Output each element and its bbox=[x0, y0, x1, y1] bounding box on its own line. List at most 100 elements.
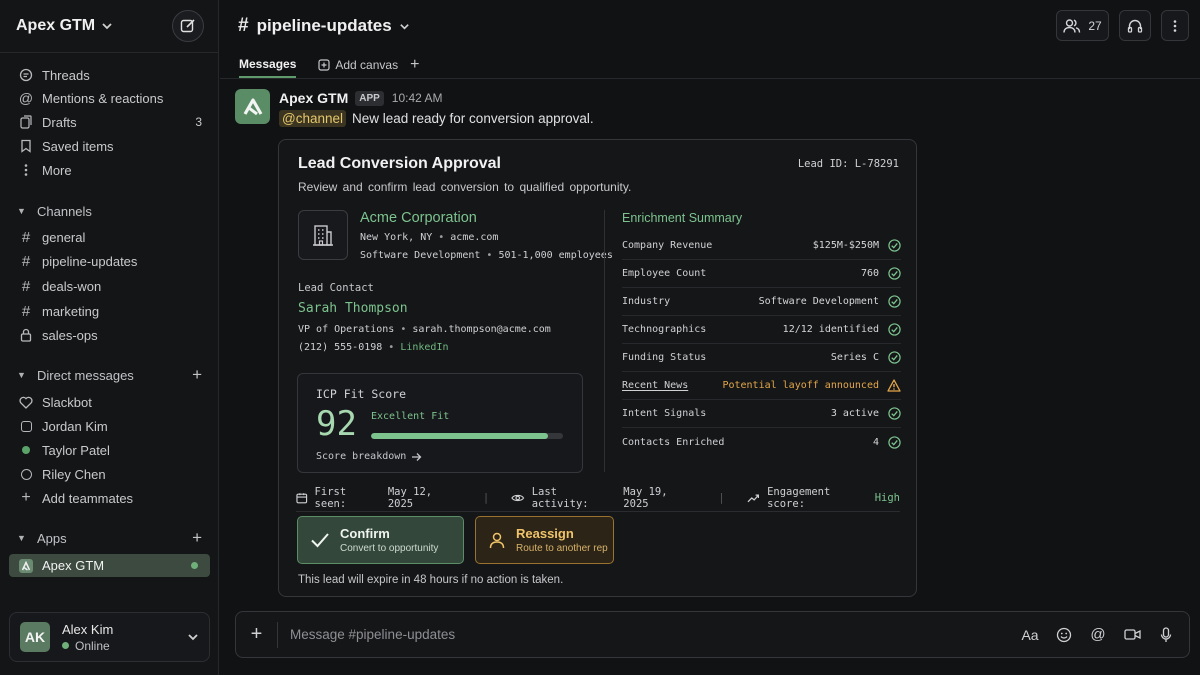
first-seen: First seen: May 12, 2025 bbox=[296, 486, 461, 510]
chevron-down-icon[interactable] bbox=[187, 631, 199, 643]
channel-label: sales-ops bbox=[42, 327, 98, 343]
enrichment-row: Intent Signals 3 active bbox=[622, 400, 901, 428]
emoji-icon[interactable] bbox=[1055, 626, 1073, 644]
enrichment-value: Series C bbox=[830, 352, 879, 363]
caret-down-icon[interactable]: ▼ bbox=[17, 206, 27, 216]
enrichment-label: Technographics bbox=[622, 324, 707, 335]
lead-approval-card: Lead Conversion Approval Review and conf… bbox=[278, 139, 917, 597]
lead-contact-label: Lead Contact bbox=[298, 282, 374, 294]
channel-mention[interactable]: @channel bbox=[279, 110, 346, 127]
message-input[interactable] bbox=[290, 627, 990, 642]
sidebar-item-label: Drafts bbox=[42, 114, 77, 130]
chevron-down-icon[interactable] bbox=[101, 20, 113, 32]
at-icon: @ bbox=[18, 90, 34, 106]
apps-section-header[interactable]: ▼ Apps + bbox=[9, 527, 210, 549]
enrichment-value: 3 active bbox=[830, 408, 879, 419]
contact-phone[interactable]: (212) 555-0198 bbox=[298, 342, 382, 353]
confirm-button[interactable]: Confirm Convert to opportunity bbox=[297, 516, 464, 564]
format-text-button[interactable]: Aa bbox=[1021, 626, 1039, 644]
members-button[interactable]: 27 bbox=[1056, 10, 1109, 41]
sidebar-item-label: Mentions & reactions bbox=[42, 90, 164, 106]
check-icon bbox=[311, 533, 329, 548]
user-profile-card[interactable]: AK Alex Kim Online bbox=[9, 612, 210, 662]
hash-icon: # bbox=[21, 302, 31, 320]
enrichment-label: Employee Count bbox=[622, 268, 707, 279]
compose-button[interactable] bbox=[172, 10, 204, 42]
hash-icon: # bbox=[238, 15, 249, 36]
enrichment-value: 4 bbox=[872, 436, 879, 448]
presence-away-icon bbox=[18, 466, 34, 482]
video-icon[interactable] bbox=[1123, 626, 1141, 644]
score-breakdown-link[interactable]: Score breakdown bbox=[316, 451, 422, 462]
add-dm-icon[interactable]: + bbox=[192, 365, 202, 385]
sidebar-dm-taylor-patel[interactable]: Taylor Patel bbox=[9, 439, 210, 461]
tab-messages[interactable]: Messages bbox=[239, 52, 297, 78]
sidebar-item-saved[interactable]: Saved items bbox=[9, 135, 210, 157]
heart-icon bbox=[18, 394, 34, 410]
app-avatar[interactable] bbox=[235, 89, 270, 124]
enrichment-value: $125M-$250M bbox=[812, 240, 879, 251]
check-circle-icon bbox=[887, 295, 901, 309]
channel-title[interactable]: pipeline-updates bbox=[257, 16, 392, 36]
microphone-icon[interactable] bbox=[1157, 626, 1175, 644]
message-header: Apex GTM APP 10:42 AM bbox=[279, 89, 443, 107]
contact-name-link[interactable]: Sarah Thompson bbox=[298, 301, 408, 316]
channels-section-header[interactable]: ▼ Channels bbox=[9, 200, 210, 222]
company-size: 501-1,000 employees bbox=[498, 250, 613, 261]
enrichment-label: Funding Status bbox=[622, 352, 707, 363]
reassign-button-title: Reassign bbox=[516, 526, 574, 541]
mention-icon[interactable]: @ bbox=[1089, 626, 1107, 644]
sidebar-channel-general[interactable]: # general bbox=[9, 226, 210, 248]
enrichment-row: Recent News Potential layoff announced bbox=[622, 372, 901, 400]
message-timestamp[interactable]: 10:42 AM bbox=[392, 91, 443, 105]
add-app-icon[interactable]: + bbox=[192, 528, 202, 548]
sidebar-channel-deals-won[interactable]: # deals-won bbox=[9, 275, 210, 297]
sidebar-channel-sales-ops[interactable]: sales-ops bbox=[9, 324, 210, 346]
sidebar-item-mentions[interactable]: @ Mentions & reactions bbox=[9, 87, 210, 109]
sidebar-item-more[interactable]: More bbox=[9, 159, 210, 181]
bookmark-icon bbox=[18, 138, 34, 154]
channel-header[interactable]: # pipeline-updates bbox=[238, 12, 410, 40]
channel-tabs: Messages Add canvas + bbox=[239, 52, 419, 78]
sidebar-channel-pipeline-updates[interactable]: # pipeline-updates bbox=[9, 250, 210, 272]
sidebar-item-label: More bbox=[42, 162, 72, 178]
enrichment-label: Contacts Enriched bbox=[622, 436, 725, 448]
sidebar-item-drafts[interactable]: Drafts 3 bbox=[9, 111, 210, 133]
caret-down-icon[interactable]: ▼ bbox=[17, 370, 27, 380]
dm-label: Slackbot bbox=[42, 394, 92, 410]
caret-down-icon[interactable]: ▼ bbox=[17, 533, 27, 543]
reassign-button[interactable]: Reassign Route to another rep bbox=[475, 516, 614, 564]
huddle-button[interactable] bbox=[1119, 10, 1151, 41]
company-name-link[interactable]: Acme Corporation bbox=[360, 210, 477, 226]
add-teammates-button[interactable]: + Add teammates bbox=[9, 487, 210, 509]
sidebar-channel-marketing[interactable]: # marketing bbox=[9, 300, 210, 322]
recent-news-link[interactable]: Recent News bbox=[622, 380, 722, 391]
composer-toolbar: Aa @ bbox=[1005, 626, 1175, 644]
attach-plus-button[interactable]: + bbox=[236, 621, 278, 648]
sidebar-dm-jordan-kim[interactable]: Jordan Kim bbox=[9, 415, 210, 437]
dm-label: Riley Chen bbox=[42, 466, 106, 482]
company-domain[interactable]: acme.com bbox=[450, 232, 498, 243]
message-body: @channel New lead ready for conversion a… bbox=[279, 110, 594, 127]
sidebar-app-apex-gtm[interactable]: Apex GTM bbox=[9, 554, 210, 577]
contact-title: VP of Operations bbox=[298, 324, 395, 335]
expiry-notice: This lead will expire in 48 hours if no … bbox=[298, 574, 564, 586]
contact-email[interactable]: sarah.thompson@acme.com bbox=[412, 324, 550, 335]
avatar[interactable]: AK bbox=[20, 622, 50, 652]
dm-section-header[interactable]: ▼ Direct messages + bbox=[9, 364, 210, 386]
icp-label: ICP Fit Score bbox=[316, 387, 407, 401]
sidebar-item-threads[interactable]: Threads bbox=[9, 64, 210, 86]
linkedin-link[interactable]: LinkedIn bbox=[400, 342, 448, 353]
tab-add-canvas[interactable]: Add canvas bbox=[318, 52, 398, 78]
workspace-name[interactable]: Apex GTM bbox=[16, 17, 95, 35]
message-sender[interactable]: Apex GTM bbox=[279, 90, 348, 106]
sidebar-dm-slackbot[interactable]: Slackbot bbox=[9, 391, 210, 413]
chevron-down-icon[interactable] bbox=[399, 21, 410, 32]
icp-score: 92 bbox=[316, 404, 357, 444]
add-tab-icon[interactable]: + bbox=[410, 56, 419, 74]
hash-icon: # bbox=[21, 228, 31, 246]
sidebar-dm-riley-chen[interactable]: Riley Chen bbox=[9, 463, 210, 485]
channel-menu-button[interactable] bbox=[1161, 10, 1189, 41]
company-industry: Software Development bbox=[360, 250, 481, 261]
compose-icon bbox=[180, 19, 195, 33]
